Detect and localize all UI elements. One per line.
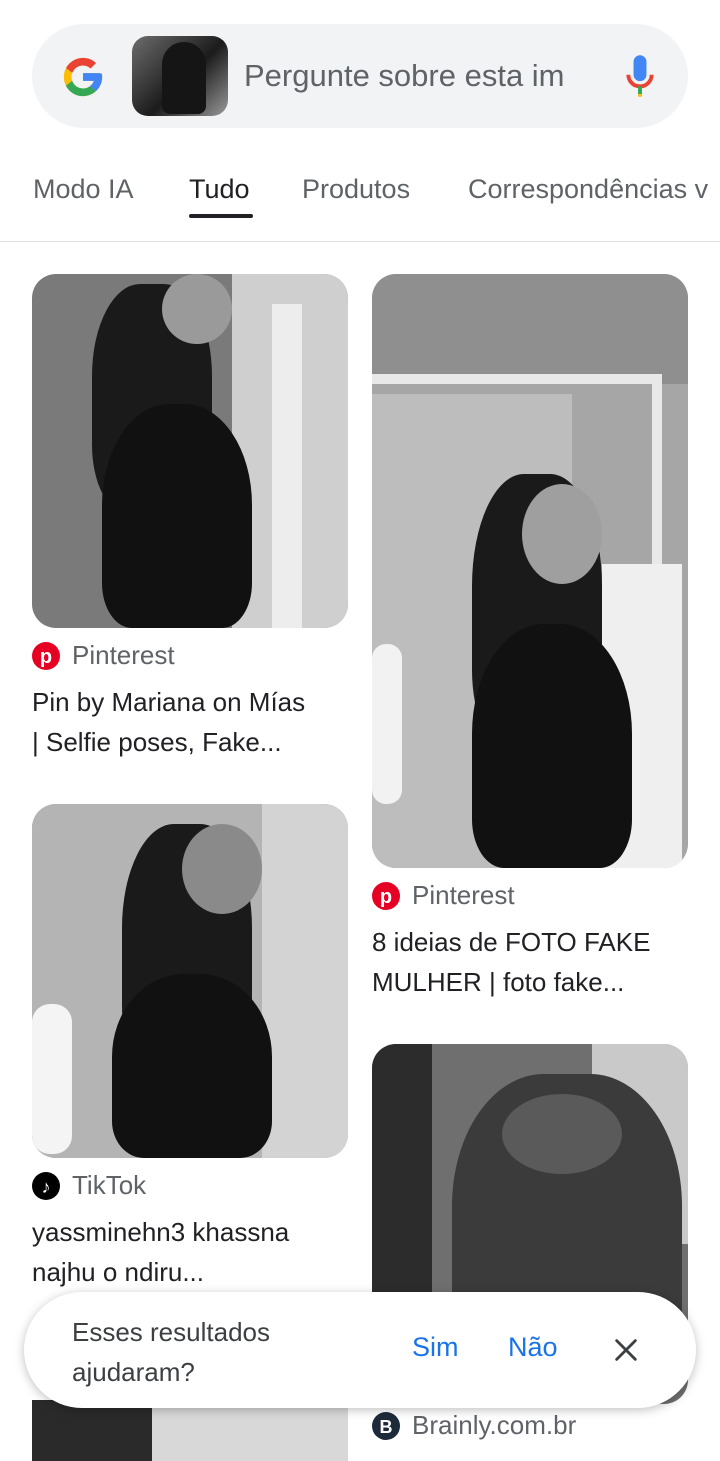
- brainly-icon: B: [372, 1411, 400, 1440]
- feedback-prompt: Esses resultados ajudaram? Sim Não: [24, 1292, 696, 1408]
- active-tab-indicator: [189, 214, 253, 218]
- tab-tudo[interactable]: Tudo: [189, 174, 250, 205]
- tab-modo-ia[interactable]: Modo IA: [33, 174, 134, 205]
- microphone-icon[interactable]: [624, 54, 656, 98]
- svg-text:p: p: [380, 886, 392, 908]
- result-title[interactable]: Pin by Mariana on Mías | Selfie poses, F…: [32, 682, 348, 762]
- result-title[interactable]: yassminehn3 khassna najhu o ndiru...: [32, 1212, 348, 1292]
- query-image-thumbnail[interactable]: [132, 36, 228, 116]
- svg-text:♪: ♪: [42, 1177, 51, 1197]
- result-source: p Pinterest: [372, 880, 515, 911]
- tab-produtos[interactable]: Produtos: [302, 174, 410, 205]
- result-image[interactable]: [372, 274, 688, 868]
- svg-text:B: B: [380, 1417, 393, 1437]
- pinterest-icon: p: [372, 881, 400, 910]
- google-logo-icon: [63, 57, 103, 97]
- source-label: TikTok: [72, 1170, 147, 1200]
- result-source: p Pinterest: [32, 640, 175, 671]
- source-label: Pinterest: [412, 880, 515, 910]
- search-bar[interactable]: Pergunte sobre esta im: [32, 24, 688, 128]
- result-image[interactable]: [32, 804, 348, 1158]
- tiktok-icon: ♪: [32, 1171, 60, 1200]
- feedback-question: Esses resultados ajudaram?: [72, 1317, 270, 1387]
- feedback-no-button[interactable]: Não: [508, 1332, 558, 1363]
- tab-bar: Modo IA Tudo Produtos Correspondências v: [0, 150, 720, 242]
- pinterest-icon: p: [32, 641, 60, 670]
- tab-correspondencias[interactable]: Correspondências v: [468, 174, 708, 205]
- source-label: Pinterest: [72, 640, 175, 670]
- search-input[interactable]: Pergunte sobre esta im: [244, 58, 584, 98]
- result-source: B Brainly.com.br: [372, 1410, 576, 1441]
- result-image[interactable]: [32, 1400, 348, 1461]
- result-title[interactable]: 8 ideias de FOTO FAKE MULHER | foto fake…: [372, 922, 688, 1002]
- result-source: ♪ TikTok: [32, 1170, 146, 1201]
- feedback-yes-button[interactable]: Sim: [412, 1332, 459, 1363]
- svg-text:p: p: [40, 646, 52, 668]
- close-icon[interactable]: [612, 1336, 640, 1364]
- result-image[interactable]: [32, 274, 348, 628]
- source-label: Brainly.com.br: [412, 1410, 577, 1440]
